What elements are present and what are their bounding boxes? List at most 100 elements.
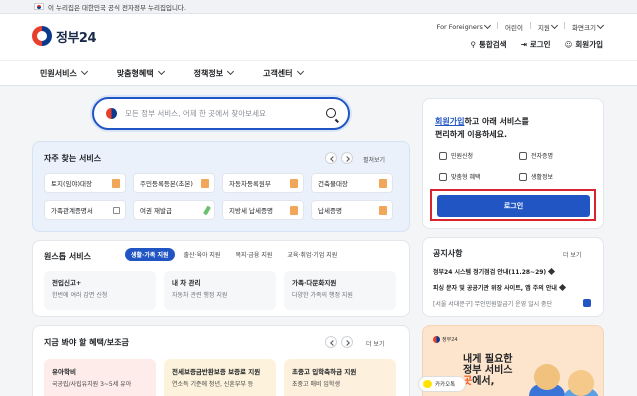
notice-item[interactable]: 정부24 시스템 정기점검 안내(11.28~29) (433, 267, 556, 276)
kids-link[interactable]: 어린이 (505, 22, 523, 32)
document-icon (379, 206, 387, 215)
notice-item[interactable]: 피싱 문자 및 공공기관 위장 사이트, 앱 주의 안내 (433, 283, 566, 292)
pen-icon (203, 205, 211, 216)
login-icon: ⇥ (520, 40, 527, 49)
benefits-more-link[interactable]: 더 보기 (366, 339, 384, 348)
divider (497, 22, 498, 29)
chevron-down-icon (296, 67, 304, 76)
support-link[interactable]: 지원 (538, 21, 559, 32)
chevron-down-icon (483, 21, 492, 30)
logo-text: 정부24 (56, 30, 97, 46)
prev-icon[interactable] (325, 336, 337, 348)
join-inline-link[interactable]: 회원가입 (435, 117, 464, 126)
nav-customer-center[interactable]: 고객센터 (263, 67, 304, 79)
onestop-item[interactable]: 전입신고+ 한번에 여러 감면 신청 (44, 271, 156, 310)
promo-brand: 정부24 (433, 336, 458, 343)
external-link-icon (113, 207, 120, 214)
benefits-card: 지금 봐야 할 혜택/보조금 더 보기 유아학비 국공립/사립유치원 3~5세 … (32, 325, 410, 396)
divider (529, 22, 531, 29)
benefit-card[interactable]: 전세보증금반환보증 보증료 지원 연소득 기준에 청년, 신혼부부 등 (164, 359, 276, 396)
gov-banner-text: 이 누리집은 대한민국 공식 전자정부 누리집입니다. (48, 3, 186, 12)
service-tile[interactable]: 자동차등록원부 (222, 173, 304, 193)
service-tile[interactable]: 가족관계증명서 (44, 200, 126, 220)
service-tile[interactable]: 건축물대장 (311, 173, 393, 193)
person-head-illustration (534, 364, 560, 390)
onestop-item[interactable]: 가족·다문화지원 다양한 가족의 행정 지원 (284, 271, 396, 310)
utility-menu: For Foreigners 어린이 지원 화면크기 (437, 21, 605, 32)
document-icon (379, 179, 387, 188)
logo[interactable]: 정부24 (32, 26, 97, 46)
benefits-title: 지금 봐야 할 혜택/보조금 (44, 338, 129, 347)
main-nav: 민원서비스 맞춤형혜택 정책정보 고객센터 (0, 60, 637, 86)
korean-flag-icon (34, 3, 44, 10)
tab-life-family[interactable]: 생활·가족 지원 (125, 248, 175, 261)
service-tile[interactable]: 납세증명 (311, 200, 393, 220)
nav-civil-service[interactable]: 민원서비스 (40, 67, 88, 79)
divider (564, 22, 565, 29)
login-link[interactable]: ⇥ 로그인 (521, 39, 551, 50)
header-actions: ⚲ 통합검색 ⇥ 로그인 ☺ 회원가입 (470, 39, 603, 50)
expand-link[interactable]: 펼쳐보기 (363, 155, 385, 164)
onestop-tabs: 생활·가족 지원 출산·육아 지원 복지·금융 지원 교육·취업·기업 지원 (125, 248, 343, 261)
new-badge-icon (583, 299, 591, 307)
search-icon: ⚲ (470, 40, 476, 49)
notice-more-link[interactable]: 더 보기 (563, 250, 581, 259)
login-message: 회원가입하고 아래 서비스를 편리하게 이용하세요. (435, 117, 529, 139)
nav-policy-info[interactable]: 정책정보 (194, 67, 235, 79)
user-plus-icon: ☺ (564, 40, 573, 49)
service-tile[interactable]: 주민등록등본(초본) (133, 173, 215, 193)
chevron-down-icon (80, 67, 88, 76)
search-icon[interactable] (326, 108, 336, 118)
highlight-box (430, 189, 596, 221)
promo-headline: 내게 필요한 정부 서비스 곳에서, (463, 354, 513, 387)
tab-education-jobs[interactable]: 교육·취업·기업 지원 (281, 248, 343, 261)
screen-size-link[interactable]: 화면크기 (572, 21, 605, 32)
chevron-down-icon (227, 67, 235, 76)
tab-birth-childcare[interactable]: 출산·육아 지원 (178, 248, 227, 261)
quick-life-info[interactable]: 생활정보 (519, 172, 553, 181)
quick-e-certificate[interactable]: 전자증명 (519, 151, 553, 160)
benefits-pager (325, 336, 353, 348)
main-search-box[interactable]: 모든 정부 서비스, 어제 한 곳에서 찾아보세요 (92, 97, 350, 130)
nav-custom-benefit[interactable]: 맞춤형혜택 (117, 67, 165, 79)
quick-custom-benefit[interactable]: 맞춤형 혜택 (439, 172, 481, 181)
notice-item[interactable]: [서울 서대문구] 무인민원발급기 운영 일시 중단 (433, 299, 552, 308)
notice-card: 공지사항 더 보기 정부24 시스템 정기점검 안내(11.28~29) 피싱 … (422, 237, 604, 317)
benefit-card[interactable]: 초중고 입학축하금 지원 초중고 매비 입학생 (284, 359, 396, 396)
frequent-pager (325, 152, 353, 164)
service-tile[interactable]: 토지(임야)대장 (44, 173, 126, 193)
kakao-share-button[interactable]: 카카오톡 (418, 376, 466, 392)
document-icon (112, 179, 120, 188)
for-foreigners-link[interactable]: For Foreigners (437, 21, 492, 32)
gov-emblem-icon (32, 26, 52, 46)
next-icon[interactable] (341, 336, 353, 348)
chevron-down-icon (550, 21, 559, 30)
gov-emblem-icon (433, 336, 440, 343)
site-header: 정부24 For Foreigners 어린이 지원 화면크기 ⚲ 통합검색 ⇥ 로… (0, 14, 637, 60)
gift-icon (439, 172, 447, 181)
service-tile[interactable]: 여권 재발급 (133, 200, 215, 220)
benefit-card[interactable]: 유아학비 국공립/사립유치원 3~5세 유아 (44, 359, 156, 396)
chevron-down-icon (157, 67, 165, 76)
info-icon (519, 172, 527, 181)
join-link[interactable]: ☺ 회원가입 (565, 39, 603, 50)
service-tile[interactable]: 지방세 납세증명 (222, 200, 304, 220)
onestop-item[interactable]: 내 차 관리 자동차 관련 행정 지원 (164, 271, 276, 310)
onestop-services-card: 원스톱 서비스 생활·가족 지원 출산·육아 지원 복지·금융 지원 교육·취업… (32, 240, 410, 317)
certificate-icon (519, 151, 527, 160)
notice-title: 공지사항 (433, 249, 463, 258)
frequent-services-title: 자주 찾는 서비스 (44, 154, 102, 163)
document-icon (290, 206, 298, 215)
document-icon (290, 179, 298, 188)
prev-icon[interactable] (325, 152, 337, 164)
person-head-illustration (568, 370, 594, 396)
search-input[interactable]: 모든 정부 서비스, 어제 한 곳에서 찾아보세요 (125, 108, 266, 119)
tab-welfare-finance[interactable]: 복지·금융 지원 (229, 248, 278, 261)
document-icon (439, 151, 447, 160)
gov-emblem-icon (106, 108, 117, 119)
document-icon (201, 179, 209, 188)
quick-civil-apply[interactable]: 민원신청 (439, 151, 473, 160)
next-icon[interactable] (341, 152, 353, 164)
kakao-icon (423, 380, 432, 388)
integrated-search-button[interactable]: ⚲ 통합검색 (470, 39, 506, 50)
